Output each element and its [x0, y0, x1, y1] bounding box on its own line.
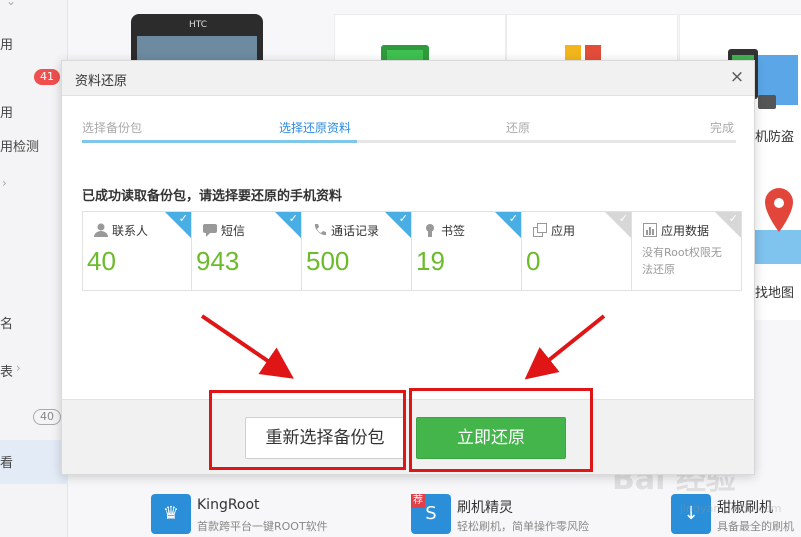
arrow-right	[524, 314, 606, 380]
arrow-left	[200, 314, 294, 379]
annotation-arrows	[200, 314, 606, 380]
